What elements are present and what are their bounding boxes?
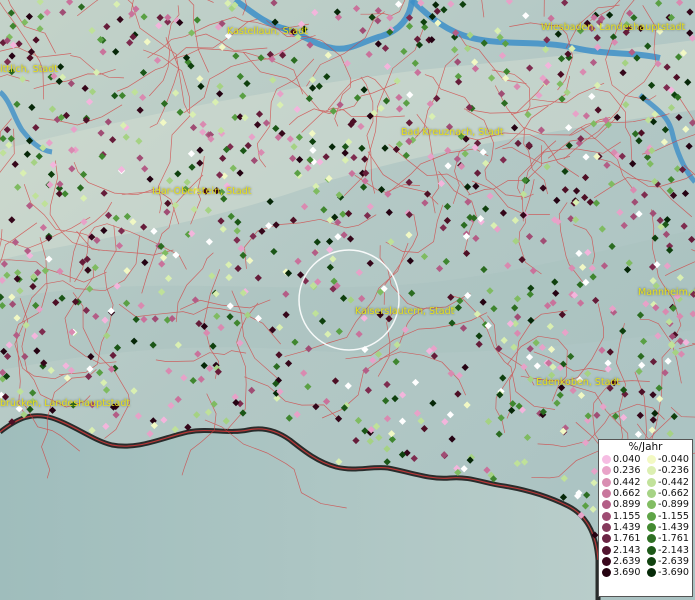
legend-swatch [647, 489, 656, 499]
legend-value: 3.690 [613, 567, 641, 579]
legend-negative-entry: -1.439 [647, 522, 692, 533]
legend-value: 0.442 [613, 476, 641, 488]
legend-negative-entry: -0.662 [647, 488, 692, 499]
legend-value: -2.143 [658, 544, 689, 556]
legend-positive-entry: 1.761 [602, 533, 647, 544]
legend-swatch [602, 556, 611, 566]
legend-swatch [602, 489, 611, 499]
city-label: Idar-Oberstein, Stadt [152, 186, 252, 197]
legend-swatch [602, 477, 611, 487]
legend-swatch [602, 534, 611, 544]
city-label: Bad Kreuznach, Stadt [401, 127, 504, 138]
city-label: Edenkoben, Stadt [536, 377, 621, 388]
legend-swatch [602, 522, 611, 532]
legend-value: 0.236 [613, 465, 641, 477]
legend-value: 1.155 [613, 510, 641, 522]
city-label: ittlich, Stadt [0, 64, 58, 75]
legend-positive-column: 0.040 0.236 0.442 0.662 0.899 1.155 1.439 1.761… [602, 454, 647, 578]
city-label: Mannheim, S [638, 287, 695, 298]
legend-swatch [647, 466, 656, 476]
legend-title: %/Jahr [628, 441, 663, 453]
legend-negative-entry: -0.040 [647, 454, 692, 465]
legend-value: -1.439 [658, 521, 689, 533]
legend-value: 1.439 [613, 521, 641, 533]
legend-panel: %/Jahr 0.040 0.236 0.442 0.662 0.899 1.155 1.4… [598, 439, 693, 597]
legend-positive-entry: 2.639 [602, 556, 647, 567]
city-label: brücken, Landeshauptstadt [0, 398, 131, 409]
legend-value: -1.155 [658, 510, 689, 522]
map-view[interactable]: Kastellaun, Stadt Wiesbaden, Landeshaupt… [0, 0, 695, 600]
legend-swatch [647, 522, 656, 532]
city-label: Kastellaun, Stadt [227, 26, 308, 37]
legend-negative-entry: -2.639 [647, 556, 692, 567]
legend-value: -0.899 [658, 499, 689, 511]
legend-value: -0.236 [658, 465, 689, 477]
legend-positive-entry: 0.040 [602, 454, 647, 465]
legend-value: -1.761 [658, 533, 689, 545]
legend-negative-entry: -1.155 [647, 510, 692, 522]
legend-value: 0.899 [613, 499, 641, 511]
legend-value: 0.662 [613, 488, 641, 500]
legend-value: -0.442 [658, 476, 689, 488]
legend-swatch [647, 477, 656, 487]
legend-swatch [647, 500, 656, 510]
city-label: Kaiserslautern, Stadt [355, 306, 455, 317]
legend-value: -3.690 [658, 567, 689, 579]
legend-positive-entry: 3.690 [602, 567, 647, 578]
legend-negative-entry: -3.690 [647, 567, 692, 578]
legend-swatch [647, 568, 656, 578]
legend-value: -0.662 [658, 488, 689, 500]
legend-negative-entry: -1.761 [647, 533, 692, 544]
legend-swatch [647, 556, 656, 566]
legend-negative-entry: -0.236 [647, 465, 692, 476]
legend-value: 1.761 [613, 533, 641, 545]
legend-swatch [602, 568, 611, 578]
legend-swatch [647, 455, 656, 465]
legend-positive-entry: 0.899 [602, 499, 647, 510]
legend-value: 2.143 [613, 544, 641, 556]
city-label: Wiesbaden, Landeshauptstadt [541, 22, 686, 33]
legend-positive-entry: 1.155 [602, 510, 647, 522]
legend-value: -2.639 [658, 555, 689, 567]
legend-swatch [602, 511, 611, 521]
legend-value: -0.040 [658, 454, 689, 466]
legend-positive-entry: 2.143 [602, 544, 647, 556]
legend-value: 2.639 [613, 555, 641, 567]
legend-negative-entry: -0.899 [647, 499, 692, 510]
legend-swatch [602, 466, 611, 476]
legend-negative-entry: -2.143 [647, 544, 692, 556]
legend-negative-column: -0.040 -0.236 -0.442 -0.662 -0.899 -1.155 -1.4… [647, 454, 692, 578]
legend-swatch [602, 455, 611, 465]
legend-swatch [647, 511, 656, 521]
legend-swatch [602, 500, 611, 510]
legend-swatch [647, 534, 656, 544]
legend-swatch [647, 545, 656, 555]
legend-value: 0.040 [613, 454, 641, 466]
legend-positive-entry: 0.442 [602, 477, 647, 488]
map-basemap [0, 0, 695, 600]
legend-positive-entry: 0.662 [602, 488, 647, 499]
legend-swatch [602, 545, 611, 555]
legend-positive-entry: 1.439 [602, 522, 647, 533]
legend-negative-entry: -0.442 [647, 477, 692, 488]
legend-positive-entry: 0.236 [602, 465, 647, 476]
